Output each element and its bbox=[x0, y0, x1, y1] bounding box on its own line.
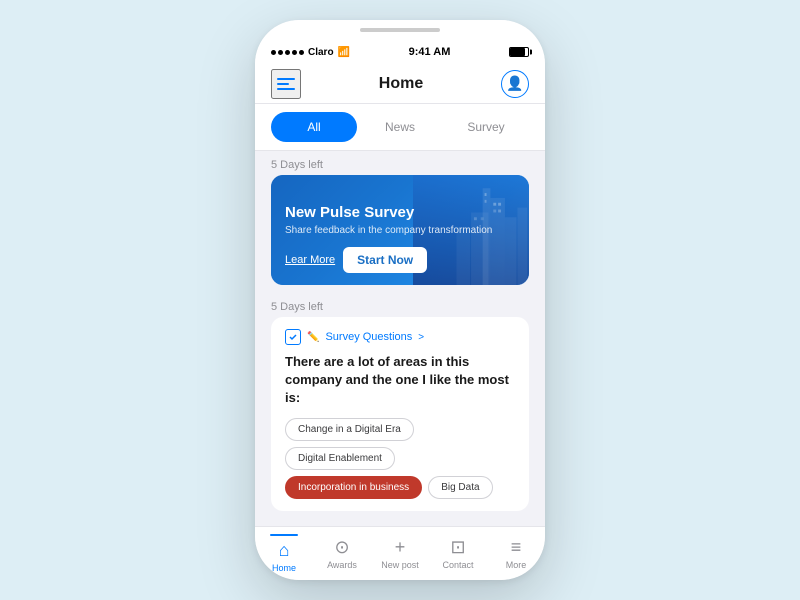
signal-dot-4 bbox=[292, 50, 297, 55]
survey-arrow-icon: > bbox=[418, 332, 424, 343]
nav-item-new-post[interactable]: + New post bbox=[371, 537, 429, 570]
nav-item-more[interactable]: ≡ More bbox=[487, 537, 545, 570]
battery-fill bbox=[510, 48, 525, 56]
contact-icon: ⊡ bbox=[450, 537, 465, 558]
tab-news[interactable]: News bbox=[357, 112, 443, 142]
survey-questions-label[interactable]: Survey Questions bbox=[325, 331, 412, 343]
nav-label-contact: Contact bbox=[442, 560, 473, 570]
nav-item-contact[interactable]: ⊡ Contact bbox=[429, 537, 487, 570]
hamburger-icon bbox=[277, 78, 295, 90]
signal-dot-2 bbox=[278, 50, 283, 55]
home-indicator bbox=[360, 28, 440, 32]
status-right bbox=[509, 47, 529, 57]
filter-tabs: All News Survey bbox=[255, 104, 545, 151]
survey-icon bbox=[285, 329, 301, 345]
hamburger-line-1 bbox=[277, 78, 295, 80]
tab-survey[interactable]: Survey bbox=[443, 112, 529, 142]
status-bar: Claro 📶 9:41 AM bbox=[255, 40, 545, 64]
status-time: 9:41 AM bbox=[409, 46, 451, 58]
start-now-button[interactable]: Start Now bbox=[343, 247, 427, 273]
checkbox-icon bbox=[288, 332, 298, 342]
plus-icon: + bbox=[395, 537, 406, 558]
card-meta: ✏️ Survey Questions > bbox=[285, 329, 515, 345]
answer-chip-4[interactable]: Big Data bbox=[428, 476, 492, 499]
nav-label-home: Home bbox=[272, 563, 296, 573]
more-icon: ≡ bbox=[511, 537, 522, 558]
question-text: There are a lot of areas in this company… bbox=[285, 353, 515, 408]
avatar-icon: 👤 bbox=[506, 75, 523, 92]
nav-bar: Home 👤 bbox=[255, 64, 545, 104]
learn-more-button[interactable]: Lear More bbox=[285, 254, 335, 266]
card-title: New Pulse Survey bbox=[285, 204, 517, 221]
hamburger-line-3 bbox=[277, 88, 295, 90]
avatar-button[interactable]: 👤 bbox=[501, 70, 529, 98]
active-bar bbox=[270, 534, 298, 536]
signal-dots bbox=[271, 50, 304, 55]
card-subtitle: Share feedback in the company transforma… bbox=[285, 224, 517, 237]
answer-chip-2[interactable]: Digital Enablement bbox=[285, 447, 395, 470]
carrier-name: Claro bbox=[308, 47, 334, 58]
edit-icon: ✏️ bbox=[307, 332, 319, 343]
scroll-content[interactable]: 5 Days left bbox=[255, 151, 545, 526]
signal-dot-3 bbox=[285, 50, 290, 55]
answer-options: Change in a Digital Era Digital Enableme… bbox=[285, 418, 515, 499]
answer-chip-3[interactable]: Incorporation in business bbox=[285, 476, 422, 499]
signal-dot-5 bbox=[299, 50, 304, 55]
menu-button[interactable] bbox=[271, 69, 301, 99]
question-card: ✏️ Survey Questions > There are a lot of… bbox=[271, 317, 529, 511]
awards-icon: ⊙ bbox=[334, 537, 349, 558]
home-icon: ⌂ bbox=[279, 540, 290, 561]
hamburger-line-2 bbox=[277, 83, 289, 85]
bottom-nav: ⌂ Home ⊙ Awards + New post ⊡ Contact ≡ M… bbox=[255, 526, 545, 580]
section-1-label: 5 Days left bbox=[255, 151, 545, 175]
nav-item-awards[interactable]: ⊙ Awards bbox=[313, 537, 371, 570]
page-title: Home bbox=[379, 75, 423, 93]
card-actions: Lear More Start Now bbox=[285, 247, 517, 273]
nav-label-awards: Awards bbox=[327, 560, 357, 570]
status-left: Claro 📶 bbox=[271, 47, 350, 58]
nav-item-home[interactable]: ⌂ Home bbox=[255, 534, 313, 573]
nav-label-new-post: New post bbox=[381, 560, 419, 570]
answer-chip-1[interactable]: Change in a Digital Era bbox=[285, 418, 414, 441]
tab-all[interactable]: All bbox=[271, 112, 357, 142]
pulse-survey-card: New Pulse Survey Share feedback in the c… bbox=[271, 175, 529, 285]
nav-label-more: More bbox=[506, 560, 527, 570]
card-content: New Pulse Survey Share feedback in the c… bbox=[271, 192, 529, 285]
top-bar bbox=[255, 20, 545, 40]
signal-dot-1 bbox=[271, 50, 276, 55]
section-2-label: 5 Days left bbox=[255, 293, 545, 317]
phone-device: Claro 📶 9:41 AM Home 👤 All News Survey bbox=[255, 20, 545, 580]
battery-icon bbox=[509, 47, 529, 57]
wifi-icon: 📶 bbox=[338, 47, 350, 58]
